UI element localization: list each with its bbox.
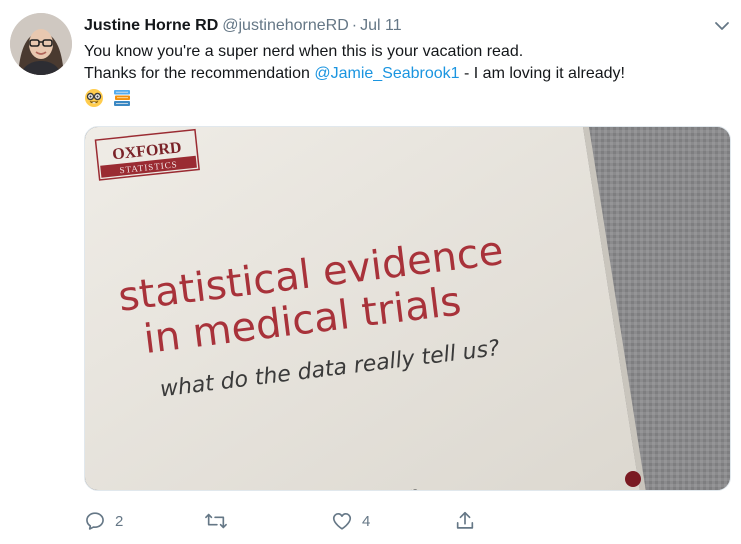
tweet-text: You know you're a super nerd when this i… bbox=[84, 41, 734, 85]
retweet-icon bbox=[205, 513, 227, 529]
red-dot bbox=[625, 471, 641, 487]
tweet-text-line-1: You know you're a super nerd when this i… bbox=[84, 43, 524, 60]
like-count: 4 bbox=[362, 512, 371, 530]
reply-icon bbox=[86, 512, 104, 530]
like-button[interactable]: 4 bbox=[331, 508, 370, 534]
retweet-button[interactable] bbox=[204, 508, 237, 534]
separator-dot: · bbox=[351, 17, 358, 34]
author-handle[interactable]: @justinehorneRD bbox=[222, 17, 349, 34]
heart-icon bbox=[332, 513, 352, 530]
tweet[interactable]: Justine Horne RD @justinehorneRD · Jul 11 Y… bbox=[0, 0, 741, 544]
book-photo: OXFORD STATISTICS statistical evidence i… bbox=[85, 127, 730, 490]
avatar[interactable] bbox=[10, 13, 72, 75]
books-icon bbox=[114, 90, 131, 106]
author-display-name[interactable]: Justine Horne RD bbox=[84, 17, 218, 34]
share-icon bbox=[456, 511, 474, 529]
tweet-text-after-mention: - I am loving it already! bbox=[459, 65, 625, 82]
chevron-down-icon[interactable] bbox=[714, 18, 730, 34]
share-button[interactable] bbox=[454, 508, 476, 534]
emoji-row bbox=[84, 88, 136, 110]
tweet-photo[interactable]: OXFORD STATISTICS statistical evidence i… bbox=[84, 126, 731, 491]
reply-count: 2 bbox=[115, 512, 124, 530]
tweet-date[interactable]: Jul 11 bbox=[360, 17, 402, 34]
tweet-text-before-mention: Thanks for the recommendation bbox=[84, 65, 315, 82]
tweet-header: Justine Horne RD @justinehorneRD · Jul 11 bbox=[84, 15, 701, 37]
tweet-text-line-2: Thanks for the recommendation @Jamie_Sea… bbox=[84, 63, 734, 85]
reply-button[interactable]: 2 bbox=[84, 508, 123, 534]
tweet-actions: 2 4 bbox=[84, 508, 504, 534]
nerd-face-icon bbox=[85, 89, 103, 107]
mention-link[interactable]: @Jamie_Seabrook1 bbox=[314, 65, 459, 82]
